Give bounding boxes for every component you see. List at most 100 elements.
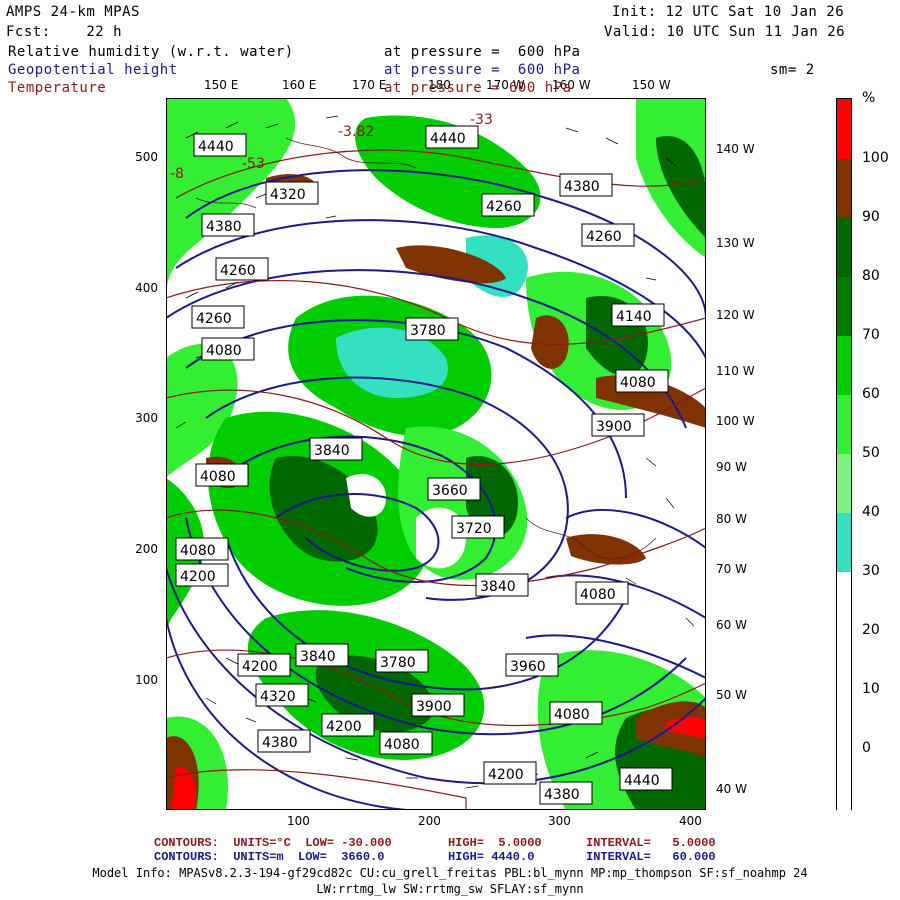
colorbar-segment — [837, 218, 851, 277]
svg-text:3840: 3840 — [300, 649, 336, 665]
height-contour-legend-b: HIGH= 4440.0 — [448, 850, 535, 864]
lat-label-right: 70 W — [716, 562, 747, 576]
svg-text:4440: 4440 — [430, 131, 466, 147]
temp-label: -33 — [470, 112, 493, 128]
height-label: 3840 — [295, 643, 349, 667]
height-label: 3780 — [375, 649, 429, 673]
svg-text:3780: 3780 — [380, 655, 416, 671]
model-info-line2: LW:rrtmg_lw SW:rrtmg_sw SFLAY:sf_mynn — [316, 882, 584, 896]
height-label: 4080 — [379, 731, 433, 755]
height-label: 3900 — [591, 413, 645, 437]
lon-label-top: 160 E — [282, 78, 317, 92]
colorbar-label: 50 — [862, 445, 880, 461]
humidity-colorbar — [836, 98, 852, 811]
svg-text:4080: 4080 — [206, 343, 242, 359]
svg-text:4260: 4260 — [486, 199, 522, 215]
height-label: 4200 — [237, 653, 291, 677]
x-tick-label: 300 — [548, 814, 571, 828]
colorbar-unit: % — [862, 90, 876, 106]
field1-level: at pressure = 600 hPa — [384, 44, 581, 60]
svg-text:4200: 4200 — [488, 767, 524, 783]
lat-label-right: 80 W — [716, 512, 747, 526]
y-tick-label: 400 — [135, 281, 158, 295]
height-contour-legend-a: CONTOURS: UNITS=m LOW= 3660.0 — [154, 850, 385, 864]
field3-level: at pressure = 600 hPa — [384, 80, 572, 96]
svg-text:4320: 4320 — [260, 689, 296, 705]
lat-label-right: 120 W — [716, 308, 755, 322]
height-label: 4380 — [257, 729, 311, 753]
svg-text:4260: 4260 — [196, 311, 232, 327]
svg-text:3780: 3780 — [410, 323, 446, 339]
height-label: 4200 — [483, 761, 537, 785]
temp-contour-legend-c: INTERVAL= 5.0000 — [586, 836, 716, 850]
lat-label-right: 100 W — [716, 414, 755, 428]
rh-height-temperature-map: 4440 4440 4380 4320 4380 4260 4260 4260 … — [166, 98, 706, 810]
height-label: 4380 — [539, 781, 593, 805]
height-label: 4140 — [611, 303, 665, 327]
svg-text:4380: 4380 — [544, 787, 580, 803]
svg-text:4440: 4440 — [624, 773, 660, 789]
svg-text:4320: 4320 — [270, 187, 306, 203]
forecast-hour: Fcst: 22 h — [6, 24, 123, 40]
smoothing-label: sm= 2 — [770, 62, 815, 78]
height-label: 4200 — [321, 713, 375, 737]
lat-label-right: 110 W — [716, 364, 755, 378]
lon-label-top: 170 E — [352, 78, 387, 92]
field2-level: at pressure = 600 hPa — [384, 62, 581, 78]
svg-text:4200: 4200 — [242, 659, 278, 675]
x-tick-label: 100 — [287, 814, 310, 828]
lat-label-right: 90 W — [716, 460, 747, 474]
temp-contour-legend-b: HIGH= 5.0000 — [448, 836, 542, 850]
colorbar-label: 60 — [862, 386, 880, 402]
height-label: 4080 — [549, 701, 603, 725]
field2-name: Geopotential height — [8, 62, 178, 78]
colorbar-label: 100 — [862, 150, 889, 166]
svg-text:4380: 4380 — [206, 219, 242, 235]
colorbar-label: 70 — [862, 327, 880, 343]
height-label: 3720 — [451, 515, 505, 539]
x-tick-label: 200 — [418, 814, 441, 828]
height-label: 3960 — [505, 653, 559, 677]
svg-text:3720: 3720 — [456, 521, 492, 537]
height-label: 4260 — [481, 193, 535, 217]
colorbar-segment — [837, 454, 851, 513]
valid-time: Valid: 10 UTC Sun 11 Jan 26 — [604, 24, 846, 40]
field3-name: Temperature — [8, 80, 107, 96]
y-tick-label: 300 — [135, 411, 158, 425]
svg-text:4200: 4200 — [180, 569, 216, 585]
lat-label-right: 40 W — [716, 782, 747, 796]
lat-label-right: 130 W — [716, 236, 755, 250]
svg-text:4080: 4080 — [580, 587, 616, 603]
colorbar-label: 30 — [862, 563, 880, 579]
svg-text:3900: 3900 — [416, 699, 452, 715]
colorbar-segment — [837, 159, 851, 218]
lat-label-right: 140 W — [716, 142, 755, 156]
height-label: 4260 — [215, 257, 269, 281]
svg-text:4380: 4380 — [262, 735, 298, 751]
colorbar-label: 0 — [862, 740, 871, 756]
y-tick-label: 100 — [135, 673, 158, 687]
height-label: 3660 — [427, 477, 481, 501]
y-tick-label: 500 — [135, 150, 158, 164]
svg-text:4140: 4140 — [616, 309, 652, 325]
svg-text:4200: 4200 — [326, 719, 362, 735]
field1-name: Relative humidity (w.r.t. water) — [8, 44, 294, 60]
height-label: 4080 — [615, 369, 669, 393]
colorbar-label: 20 — [862, 622, 880, 638]
lon-label-top: 150 W — [632, 78, 671, 92]
height-label: 4080 — [575, 581, 629, 605]
height-label: 4440 — [193, 133, 247, 157]
temp-label: -3.82 — [338, 124, 374, 140]
svg-text:4380: 4380 — [564, 179, 600, 195]
height-label: 3780 — [405, 317, 459, 341]
height-label: 4200 — [175, 563, 229, 587]
height-label: 4080 — [195, 463, 249, 487]
svg-text:4260: 4260 — [586, 229, 622, 245]
lat-label-right: 50 W — [716, 688, 747, 702]
init-time: Init: 12 UTC Sat 10 Jan 26 — [612, 4, 845, 20]
model-info-line1: Model Info: MPASv8.2.3-194-gf29cd82c CU:… — [92, 866, 808, 880]
colorbar-label: 80 — [862, 268, 880, 284]
height-label: 4440 — [425, 125, 479, 149]
height-label: 4320 — [265, 181, 319, 205]
y-tick-label: 200 — [135, 542, 158, 556]
